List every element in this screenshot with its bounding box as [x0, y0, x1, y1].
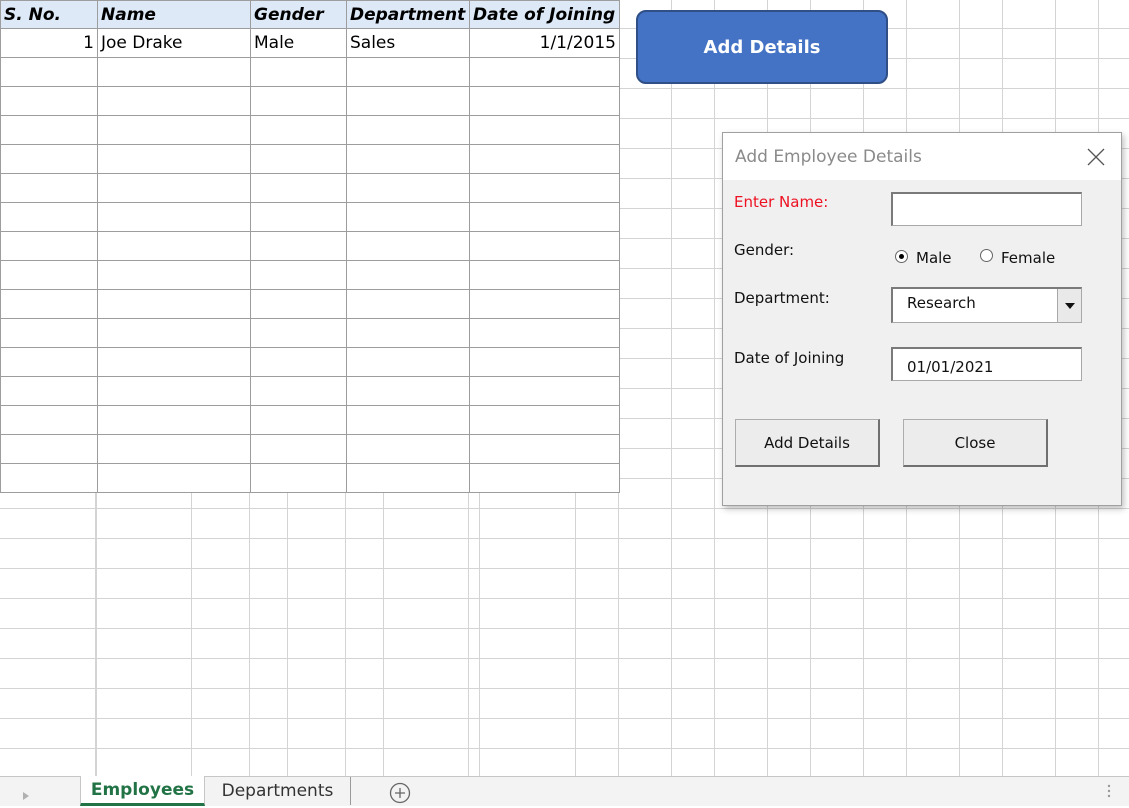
table-row	[0, 144, 620, 174]
table-row	[0, 434, 620, 464]
radio-female[interactable]	[980, 249, 993, 262]
tab-departments[interactable]: Departments	[205, 777, 351, 805]
dialog-add-details-button[interactable]: Add Details	[735, 419, 880, 467]
name-input[interactable]	[891, 192, 1082, 226]
table-row	[0, 57, 620, 87]
close-x-icon[interactable]	[1085, 146, 1107, 168]
table-row	[0, 231, 620, 261]
vertical-dots-icon[interactable]	[1106, 783, 1112, 803]
header-name[interactable]: Name	[97, 0, 251, 29]
cell-gender[interactable]: Male	[250, 28, 347, 58]
tab-employees[interactable]: Employees	[80, 776, 205, 806]
department-selected-value: Research	[907, 294, 976, 312]
name-label: Enter Name:	[734, 193, 829, 211]
table-row	[0, 115, 620, 145]
dialog-title: Add Employee Details	[735, 147, 922, 167]
department-label: Department:	[734, 289, 830, 307]
doj-label: Date of Joining	[734, 349, 845, 367]
table-row	[0, 347, 620, 377]
department-dropdown[interactable]: Research	[891, 287, 1082, 323]
header-sno[interactable]: S. No.	[0, 0, 98, 29]
cell-department[interactable]: Sales	[346, 28, 470, 58]
dialog-close-button[interactable]: Close	[903, 419, 1048, 467]
dialog-titlebar[interactable]: Add Employee Details	[723, 133, 1121, 180]
radio-male-label[interactable]: Male	[916, 249, 952, 267]
cell-date-of-joining[interactable]: 1/1/2015	[469, 28, 620, 58]
radio-female-label[interactable]: Female	[1001, 249, 1055, 267]
sheet-tab-bar: Employees Departments	[0, 776, 1129, 806]
chevron-down-icon[interactable]	[1057, 289, 1081, 322]
table-row	[0, 318, 620, 348]
table-row	[0, 405, 620, 435]
employee-table: S. No. Name Gender Department Date of Jo…	[0, 0, 620, 493]
header-date-of-joining[interactable]: Date of Joining	[469, 0, 620, 29]
sheet-add-details-button[interactable]: Add Details	[636, 10, 888, 84]
table-row	[0, 86, 620, 116]
table-row	[0, 463, 620, 493]
table-row	[0, 173, 620, 203]
header-department[interactable]: Department	[346, 0, 470, 29]
add-employee-dialog: Add Employee Details Enter Name: Gender:…	[722, 132, 1122, 506]
table-row	[0, 376, 620, 406]
table-row	[0, 289, 620, 319]
doj-input[interactable]	[891, 347, 1082, 381]
radio-male[interactable]	[895, 250, 908, 263]
cell-name[interactable]: Joe Drake	[97, 28, 251, 58]
triangle-left-icon[interactable]	[22, 786, 30, 805]
table-row	[0, 202, 620, 232]
table-row	[0, 260, 620, 290]
table-header-row: S. No. Name Gender Department Date of Jo…	[0, 0, 620, 29]
header-gender[interactable]: Gender	[250, 0, 347, 29]
plus-circle-icon[interactable]	[389, 782, 411, 808]
table-row: 1 Joe Drake Male Sales 1/1/2015	[0, 28, 620, 58]
cell-sno[interactable]: 1	[0, 28, 98, 58]
gender-label: Gender:	[734, 241, 795, 259]
